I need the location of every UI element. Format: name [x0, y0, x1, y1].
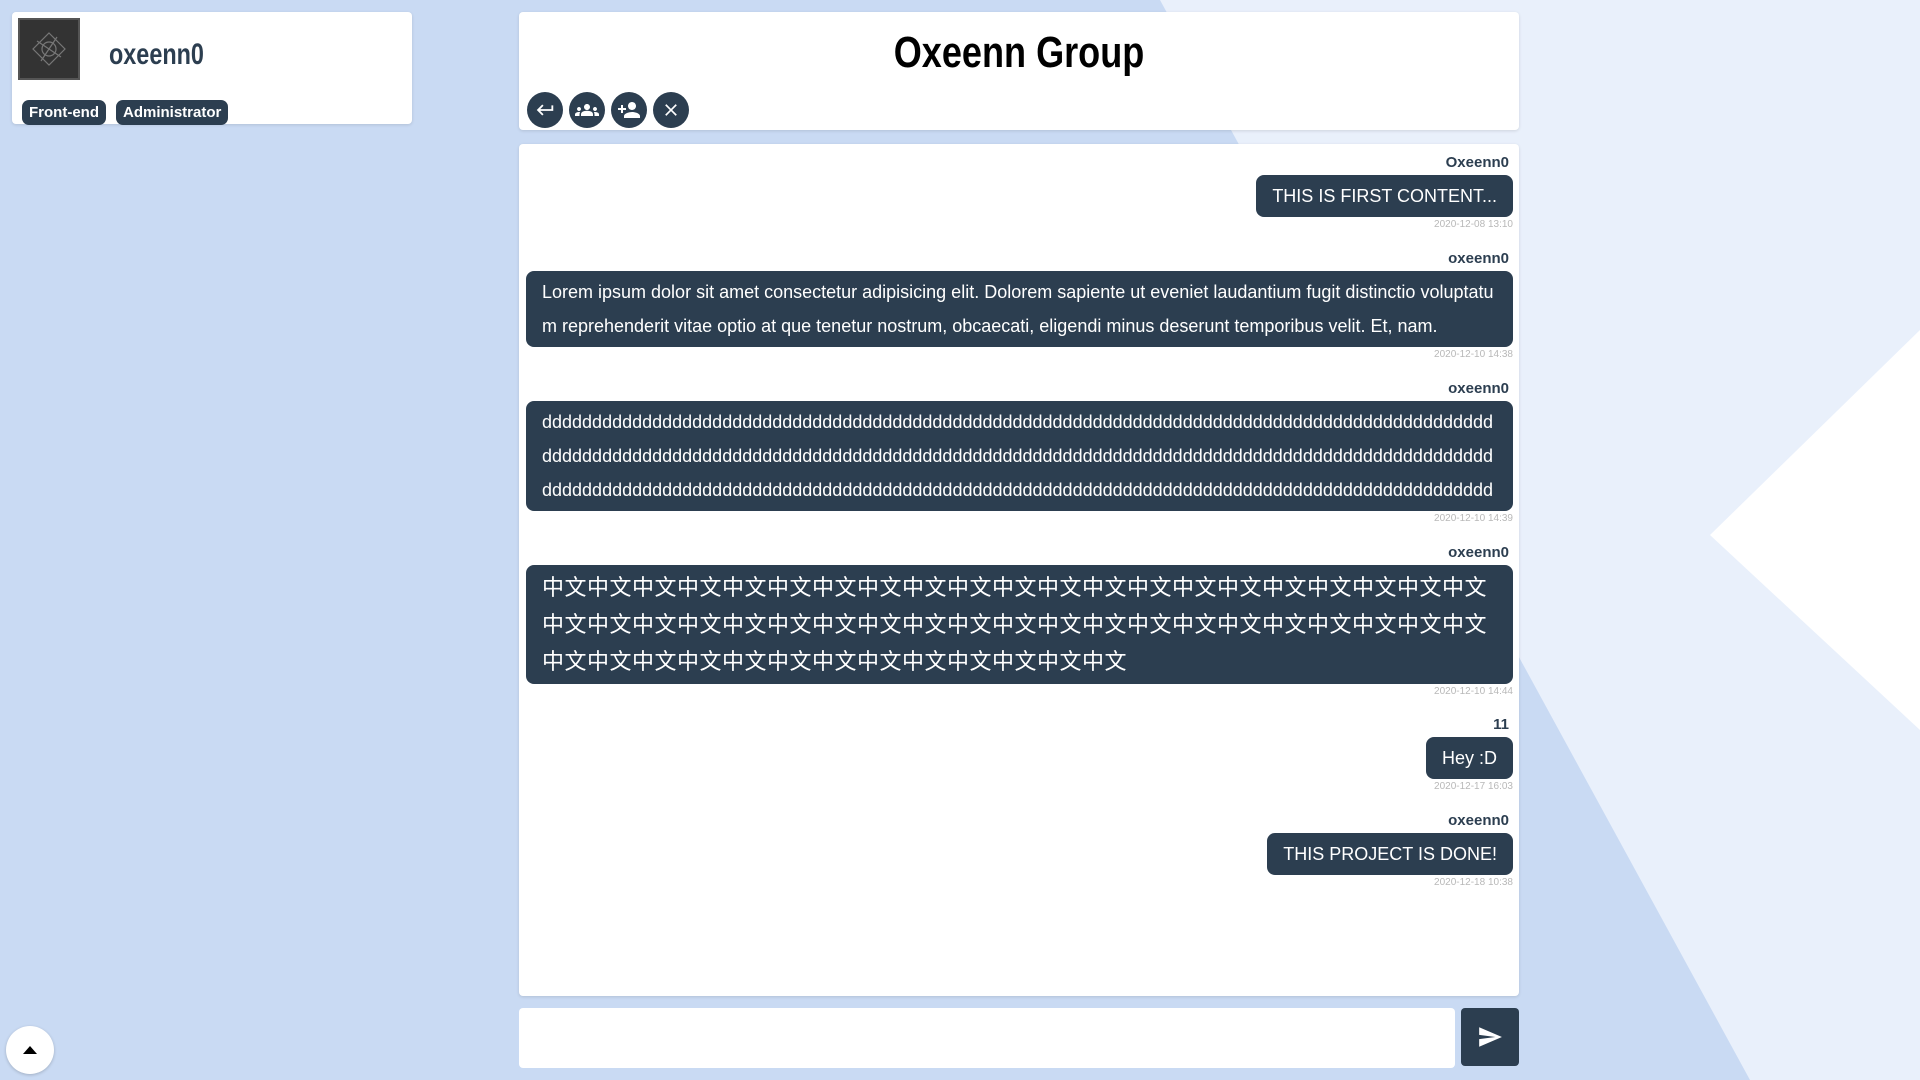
- add-member-button[interactable]: [611, 92, 647, 128]
- message-item: oxeenn0 Lorem ipsum dolor sit amet conse…: [526, 250, 1513, 360]
- message-item: 11 Hey :D 2020-12-17 16:03: [1425, 716, 1513, 792]
- back-button[interactable]: [527, 92, 563, 128]
- message-bubble: THIS PROJECT IS DONE!: [1267, 833, 1513, 875]
- message-sender: Oxeenn0: [1445, 154, 1509, 171]
- message-item: Oxeenn0 THIS IS FIRST CONTENT... 2020-12…: [1256, 154, 1513, 230]
- message-bubble: THIS IS FIRST CONTENT...: [1256, 175, 1513, 217]
- message-bubble: Lorem ipsum dolor sit amet consectetur a…: [526, 271, 1513, 347]
- message-sender: 11: [1493, 716, 1509, 733]
- message-bubble: dddddddddddddddddddddddddddddddddddddddd…: [526, 401, 1513, 511]
- add-member-icon: [618, 102, 640, 118]
- close-icon: [665, 104, 677, 116]
- message-item: oxeenn0 dddddddddddddddddddddddddddddddd…: [526, 380, 1513, 524]
- message-item: oxeenn0 中文中文中文中文中文中文中文中文中文中文中文中文中文中文中文中文…: [526, 544, 1513, 697]
- members-button[interactable]: [569, 92, 605, 128]
- message-item: oxeenn0 THIS PROJECT IS DONE! 2020-12-18…: [1267, 812, 1513, 888]
- message-sender: oxeenn0: [1448, 544, 1509, 561]
- message-sender: oxeenn0: [1448, 380, 1509, 397]
- message-sender: oxeenn0: [1448, 812, 1509, 829]
- message-list[interactable]: Oxeenn0 THIS IS FIRST CONTENT... 2020-12…: [519, 144, 1519, 996]
- role-badges: Front-end Administrator: [22, 100, 229, 125]
- send-icon: [1479, 1027, 1502, 1047]
- message-time: 2020-12-18 10:38: [1434, 877, 1513, 888]
- message-time: 2020-12-08 13:10: [1434, 219, 1513, 230]
- chevron-up-icon: [23, 1046, 37, 1054]
- chat-header: Oxeenn Group: [519, 12, 1519, 130]
- message-time: 2020-12-10 14:44: [1434, 686, 1513, 697]
- message-time: 2020-12-17 16:03: [1434, 781, 1513, 792]
- message-input[interactable]: [519, 1008, 1455, 1068]
- badge-role: Front-end: [22, 100, 106, 125]
- scroll-top-button[interactable]: [6, 1026, 54, 1074]
- message-bubble: 中文中文中文中文中文中文中文中文中文中文中文中文中文中文中文中文中文中文中文中文…: [526, 565, 1513, 684]
- close-button[interactable]: [653, 92, 689, 128]
- back-icon: [536, 104, 554, 116]
- send-button[interactable]: [1461, 1008, 1519, 1066]
- message-sender: oxeenn0: [1448, 250, 1509, 267]
- message-bubble: Hey :D: [1425, 737, 1513, 779]
- header-actions: [527, 92, 689, 128]
- message-time: 2020-12-10 14:38: [1434, 349, 1513, 360]
- badge-role: Administrator: [115, 100, 229, 125]
- members-icon: [575, 104, 599, 116]
- group-title: Oxeenn Group: [893, 28, 1145, 77]
- avatar-logo-icon: [32, 32, 66, 66]
- profile-card: oxeenn0 Front-end Administrator: [12, 12, 412, 125]
- message-time: 2020-12-10 14:39: [1434, 513, 1513, 524]
- avatar[interactable]: [18, 18, 80, 80]
- profile-username: oxeenn0: [109, 38, 204, 71]
